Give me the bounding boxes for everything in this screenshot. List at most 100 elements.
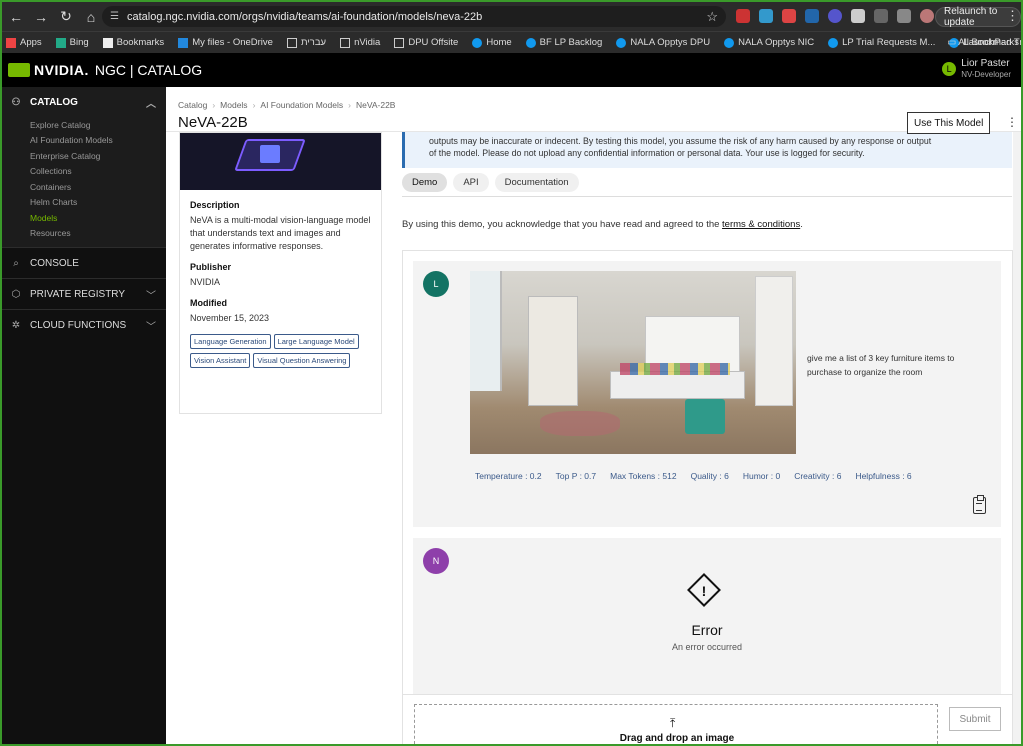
sidebar-item-helm-charts[interactable]: Helm Charts (2, 195, 166, 211)
forward-icon[interactable]: → (30, 6, 52, 28)
sidebar-item-collections[interactable]: Collections (2, 164, 166, 180)
tab-demo[interactable]: Demo (402, 173, 448, 192)
bookmark-item[interactable]: BF LP Backlog (525, 37, 602, 48)
description-label: Description (190, 200, 240, 210)
user-name: Lior Paster (961, 58, 1010, 69)
extension-icon[interactable] (736, 9, 750, 23)
param-creativity: Creativity : 6 (794, 471, 842, 481)
tab-documentation[interactable]: Documentation (494, 173, 579, 192)
bookmark-item[interactable]: NALA Opptys NIC (724, 37, 814, 48)
nvidia-eye-icon (8, 63, 30, 77)
tag-vision-assistant[interactable]: Vision Assistant (190, 353, 251, 368)
bookmark-item[interactable]: Bing (55, 37, 89, 48)
cloud-icon (724, 37, 735, 48)
address-bar[interactable]: ☰ catalog.ngc.nvidia.com/orgs/nvidia/tea… (102, 6, 726, 27)
search-icon (55, 37, 66, 48)
bookmark-item[interactable]: Home (472, 37, 512, 48)
terms-link[interactable]: terms & conditions (722, 219, 800, 230)
puzzle-icon[interactable] (874, 9, 888, 23)
tab-api[interactable]: API (453, 173, 489, 192)
bookmark-item[interactable]: My files - OneDrive (178, 37, 273, 48)
exclamation-icon: ! (701, 583, 707, 599)
breadcrumb-models[interactable]: Models (220, 100, 247, 110)
cloud-icon (828, 37, 839, 48)
sidebar-section-catalog[interactable]: ⚇ CATALOG ︿ (2, 87, 166, 117)
tag-list: Language Generation Large Language Model… (190, 334, 371, 368)
sidebar-item-ai-foundation-models[interactable]: AI Foundation Models (2, 133, 166, 149)
image-dropzone[interactable]: ⤒ Drag and drop an image (414, 704, 938, 744)
sidebar-item-resources[interactable]: Resources (2, 226, 166, 242)
bot-message: N ! Error An error occurred (413, 538, 1001, 694)
reload-icon[interactable]: ↻ (55, 6, 77, 28)
modified-value: November 15, 2023 (190, 313, 270, 323)
bookmark-item[interactable]: NALA Opptys DPU (616, 37, 710, 48)
param-humor: Humor : 0 (742, 471, 781, 481)
home-icon[interactable]: ⌂ (80, 6, 102, 28)
sidebar-item-enterprise-catalog[interactable]: Enterprise Catalog (2, 148, 166, 164)
browser-menu-icon[interactable]: ⋮ (1006, 8, 1019, 24)
more-options-icon[interactable]: ⋮ (1006, 115, 1018, 129)
bookmark-star-icon[interactable]: ☆ (706, 9, 718, 25)
back-icon[interactable]: ← (5, 6, 27, 28)
uploaded-room-photo[interactable] (470, 271, 796, 454)
user-menu[interactable]: L Lior Paster NV-Developer (942, 58, 1011, 80)
registry-icon: ⬡ (11, 288, 21, 300)
breadcrumb-current: NeVA-22B (355, 100, 396, 110)
chat-panel: L give me a list of 3 key furniture item… (402, 250, 1013, 744)
cloud-icon (178, 37, 189, 48)
submit-button[interactable]: Submit (949, 707, 1001, 731)
bookmark-item[interactable]: Bookmarks (102, 37, 164, 48)
clipboard-icon[interactable] (973, 495, 986, 514)
site-info-icon[interactable]: ☰ (110, 11, 119, 22)
bookmark-folder[interactable]: nVidia (340, 37, 380, 48)
scrollbar[interactable] (1013, 87, 1021, 744)
description-text: NeVA is a multi-modal vision-language mo… (190, 215, 371, 251)
avatar: L (942, 62, 957, 76)
user-message: L give me a list of 3 key furniture item… (413, 261, 1001, 527)
bookmark-folder[interactable]: עברית (286, 37, 326, 48)
folder-icon (394, 37, 405, 48)
folder-icon (286, 37, 297, 48)
tab-bar: Demo API Documentation (402, 173, 1012, 197)
breadcrumb-ai-foundation-models[interactable]: AI Foundation Models (260, 100, 343, 110)
param-max-tokens: Max Tokens : 512 (610, 471, 677, 481)
tag-visual-question-answering[interactable]: Visual Question Answering (253, 353, 351, 368)
sidebar-section-cloud-functions[interactable]: ✲ CLOUD FUNCTIONS ﹀ (2, 310, 166, 340)
tag-large-language-model[interactable]: Large Language Model (273, 334, 359, 349)
ngc-header: NVIDIA. NGC | CATALOG L Lior Paster NV-D… (2, 53, 1021, 87)
param-helpfulness: Helpfulness : 6 (855, 471, 912, 481)
bookmark-item[interactable]: Apps (6, 37, 42, 48)
chat-input-bar: ⤒ Drag and drop an image Submit (403, 694, 1012, 744)
bookmarks-bar: Apps Bing Bookmarks My files - OneDrive … (2, 31, 1021, 53)
sidepanel-icon[interactable] (897, 9, 911, 23)
extension-icon[interactable] (805, 9, 819, 23)
error-message: An error occurred (671, 642, 743, 652)
extension-icon[interactable] (828, 9, 842, 23)
sidebar-item-models[interactable]: Models (2, 210, 166, 226)
nvidia-logo[interactable]: NVIDIA. NGC | CATALOG (8, 62, 202, 78)
sidebar-item-containers[interactable]: Containers (2, 179, 166, 195)
tag-language-generation[interactable]: Language Generation (190, 334, 271, 349)
main-content: Catalog › Models › AI Foundation Models › NeVA… (166, 87, 1021, 744)
param-temperature: Temperature : 0.2 (475, 471, 542, 481)
sidebar-section-console[interactable]: ⌕ CONSOLE (2, 248, 166, 278)
extension-icon[interactable] (851, 9, 865, 23)
browser-window: ← → ↻ ⌂ ☰ catalog.ngc.nvidia.com/orgs/nv… (2, 2, 1021, 744)
sidebar-section-private-registry[interactable]: ⬡ PRIVATE REGISTRY ﹀ (2, 279, 166, 309)
folder-icon (340, 37, 351, 48)
breadcrumb-catalog[interactable]: Catalog (178, 100, 207, 110)
modified-label: Modified (190, 298, 227, 308)
bookmark-item[interactable]: LP Trial Requests M... (828, 37, 935, 48)
param-quality: Quality : 6 (690, 471, 729, 481)
extension-icon[interactable] (759, 9, 773, 23)
use-this-model-button[interactable]: Use This Model (907, 112, 991, 134)
sidebar-catalog-items: Explore Catalog AI Foundation Models Ent… (2, 117, 166, 247)
all-bookmarks[interactable]: ▭ All Bookmarks (947, 37, 1019, 48)
profile-avatar[interactable] (920, 9, 934, 23)
bookmark-folder[interactable]: DPU Offsite (394, 37, 458, 48)
publisher-label: Publisher (190, 262, 232, 272)
pocket-icon[interactable] (782, 9, 796, 23)
sidebar-item-explore-catalog[interactable]: Explore Catalog (2, 117, 166, 133)
folder-icon: ▭ (947, 37, 959, 48)
page-header: Catalog › Models › AI Foundation Models › NeVA… (166, 87, 1021, 134)
